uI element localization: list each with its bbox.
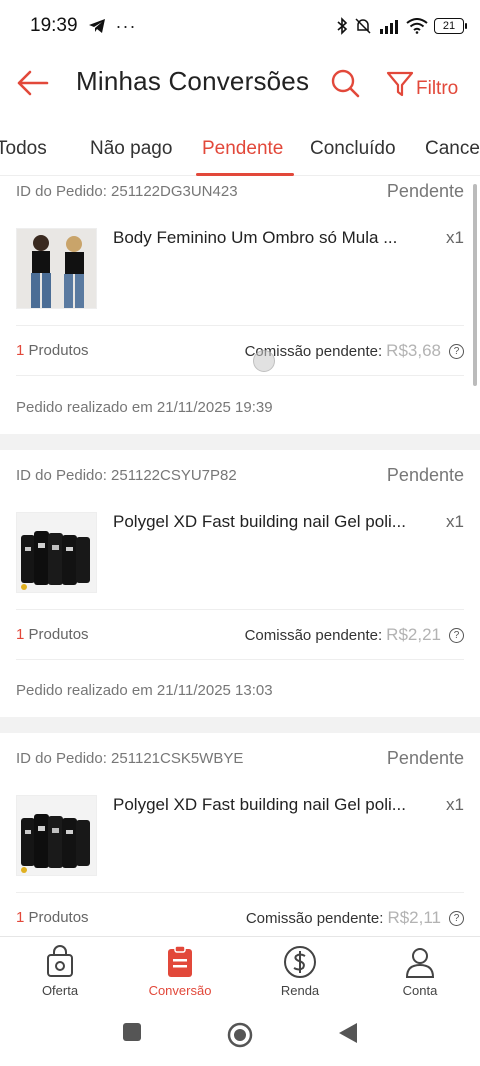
system-navigation <box>0 1006 480 1066</box>
nav-oferta[interactable]: Oferta <box>0 945 120 998</box>
divider <box>16 659 464 660</box>
order-date: Pedido realizado em 21/11/2025 13:03 <box>16 682 273 699</box>
order-card[interactable]: ID do Pedido: 251121CSK5WBYE Pendente Po… <box>0 733 480 936</box>
filter-label: Filtro <box>416 78 459 99</box>
commission-label: Comissão pendente: <box>245 909 384 927</box>
order-card[interactable]: ID do Pedido: 251122CSYU7P82 Pendente Po… <box>0 450 480 717</box>
orders-list[interactable]: ID do Pedido: 251122DG3UN423 Pendente Bo… <box>0 176 480 936</box>
tab-cancelado[interactable]: Cancel <box>425 138 480 160</box>
scrollbar[interactable] <box>473 184 477 386</box>
bluetooth-icon <box>337 17 348 35</box>
order-card-header: ID do Pedido: 251122CSYU7P82 Pendente <box>16 460 464 490</box>
filter-icon <box>386 71 414 97</box>
tab-pendente[interactable]: Pendente <box>202 138 283 160</box>
info-icon[interactable]: ? <box>449 627 464 643</box>
product-thumbnail[interactable] <box>16 228 97 309</box>
divider <box>16 892 464 893</box>
order-date: Pedido realizado em 21/11/2025 19:39 <box>16 399 273 416</box>
search-button[interactable] <box>330 68 360 98</box>
back-button[interactable] <box>16 66 50 100</box>
tab-concluido[interactable]: Concluído <box>310 138 396 160</box>
info-icon[interactable]: ? <box>449 343 464 359</box>
product-photo-polygel <box>17 513 96 592</box>
pending-commission: Comissão pendente: R$2,21 ? <box>245 625 464 645</box>
bottom-navigation: Oferta Conversão Renda Conta <box>0 936 480 1006</box>
product-name: Polygel XD Fast building nail Gel poli..… <box>113 512 406 531</box>
more-notifications-icon: ··· <box>115 15 137 36</box>
products-count: 1 Produtos <box>16 342 89 359</box>
product-thumbnail[interactable] <box>16 512 97 593</box>
product-quantity: x1 <box>446 795 464 814</box>
person-icon <box>405 948 435 978</box>
commission-value: R$2,21 <box>386 625 441 644</box>
order-card-header: ID do Pedido: 251122DG3UN423 Pendente <box>16 176 464 206</box>
order-card-header: ID do Pedido: 251121CSK5WBYE Pendente <box>16 743 464 773</box>
product-name: Polygel XD Fast building nail Gel poli..… <box>113 795 406 814</box>
home-circle-icon <box>227 1022 253 1048</box>
page-title: Minhas Conversões <box>76 66 310 96</box>
search-icon <box>331 69 360 98</box>
tab-todos[interactable]: Todos <box>0 138 47 160</box>
triangle-back-icon <box>339 1023 357 1043</box>
status-bar: 19:39 ··· 21 <box>0 0 480 52</box>
order-id: ID do Pedido: 251122DG3UN423 <box>16 182 238 200</box>
status-tabs: Todos Não pago Pendente Concluído Cancel <box>0 124 480 176</box>
product-name: Body Feminino Um Ombro só Mula ... <box>113 228 398 247</box>
divider <box>16 325 464 326</box>
tab-nao-pago[interactable]: Não pago <box>90 138 172 160</box>
product-photo-polygel <box>17 796 96 875</box>
product-photo-bodysuit <box>17 229 96 308</box>
home-button[interactable] <box>227 1022 253 1053</box>
touch-indicator <box>253 350 275 372</box>
commission-value: R$3,68 <box>386 341 441 360</box>
product-thumbnail[interactable] <box>16 795 97 876</box>
products-count: 1 Produtos <box>16 909 89 926</box>
info-icon[interactable]: ? <box>449 910 464 926</box>
order-card[interactable]: ID do Pedido: 251122DG3UN423 Pendente Bo… <box>0 176 480 434</box>
nav-label: Oferta <box>41 983 79 998</box>
square-icon <box>123 1023 141 1041</box>
order-status: Pendente <box>386 180 464 201</box>
nav-label: Renda <box>280 983 320 998</box>
signal-icon <box>380 20 398 34</box>
dollar-icon <box>284 946 316 978</box>
app-header: Minhas Conversões Filtro <box>0 52 480 116</box>
filter-button[interactable]: Filtro <box>386 68 458 100</box>
products-count: 1 Produtos <box>16 626 89 643</box>
pending-commission: Comissão pendente: R$3,68 ? <box>245 341 464 361</box>
recent-apps-button[interactable] <box>122 1022 142 1047</box>
clipboard-icon <box>168 945 192 977</box>
order-status: Pendente <box>386 464 464 485</box>
nav-conversao[interactable]: Conversão <box>120 945 240 998</box>
commission-label: Comissão pendente: <box>244 626 383 644</box>
nav-label: Conversão <box>148 983 212 998</box>
battery-icon: 21 <box>434 18 467 34</box>
order-id: ID do Pedido: 251122CSYU7P82 <box>16 466 237 484</box>
order-id: ID do Pedido: 251121CSK5WBYE <box>16 749 244 767</box>
pending-commission: Comissão pendente: R$2,11 ? <box>246 908 464 928</box>
telegram-icon <box>88 19 105 33</box>
product-quantity: x1 <box>446 228 464 247</box>
status-time: 19:39 <box>30 15 78 36</box>
wifi-icon <box>406 18 428 34</box>
mute-bell-icon <box>355 18 371 34</box>
divider <box>16 375 464 376</box>
nav-label: Conta <box>402 983 438 998</box>
nav-renda[interactable]: Renda <box>240 945 360 998</box>
order-status: Pendente <box>386 747 464 768</box>
commission-value: R$2,11 <box>387 908 441 927</box>
back-arrow-icon <box>17 70 49 96</box>
divider <box>16 609 464 610</box>
nav-conta[interactable]: Conta <box>360 945 480 998</box>
product-quantity: x1 <box>446 512 464 531</box>
bag-icon <box>47 945 73 977</box>
system-back-button[interactable] <box>338 1022 358 1049</box>
